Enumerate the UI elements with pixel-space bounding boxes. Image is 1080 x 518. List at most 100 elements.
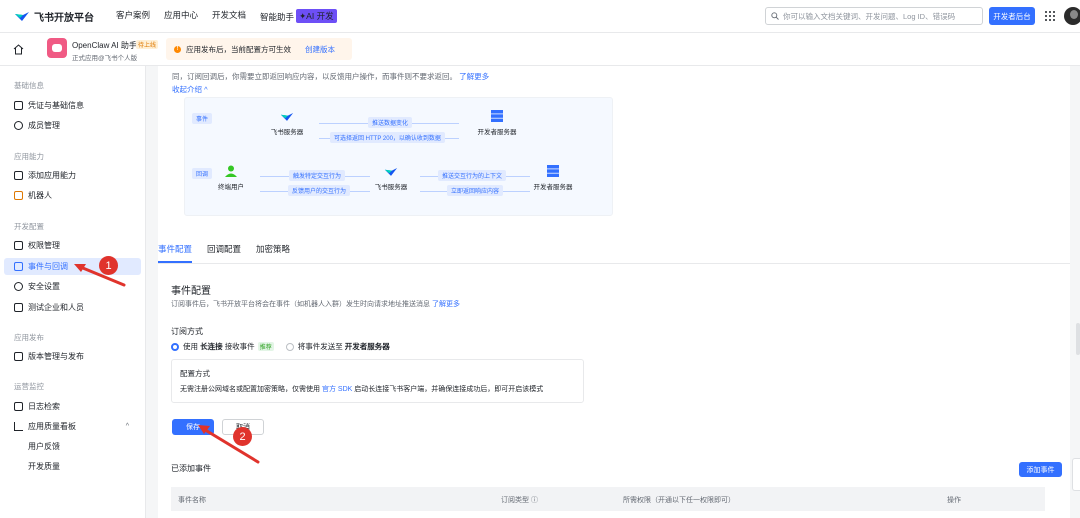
- sidebar-item-version[interactable]: 版本管理与发布: [4, 348, 141, 365]
- sidebar-item-label: 版本管理与发布: [28, 352, 84, 361]
- nav-customer-cases[interactable]: 客户案例: [116, 9, 150, 23]
- sidebar-item-label: 成员管理: [28, 121, 60, 130]
- col-subscribe-type: 订阅类型 ⓘ: [501, 497, 538, 504]
- sidebar-item-logs[interactable]: 日志检索: [4, 398, 141, 415]
- sidebar-item-credentials[interactable]: 凭证与基础信息: [4, 97, 141, 114]
- apps-grid-icon[interactable]: [1044, 10, 1056, 22]
- flow-diagram: 事件 飞书服务器 推送数据变化 可选择返回 HTTP 200，以确认收到数据 开…: [184, 97, 613, 216]
- event-config-desc-text: 订阅事件后，飞书开放平台将会在事件（如机器人入群）发生时向请求地址推送消息: [171, 301, 430, 308]
- tab-callback-config[interactable]: 回调配置: [207, 243, 241, 255]
- sidebar-item-test-enterprise[interactable]: 测试企业和人员: [4, 299, 141, 316]
- dev-server-node-2: 开发者服务器: [523, 165, 583, 191]
- sidebar-item-add-capability[interactable]: 添加应用能力: [4, 167, 141, 184]
- create-version-link[interactable]: 创建版本: [305, 44, 335, 55]
- ai-badge: ✦AI 开发: [296, 9, 337, 23]
- person-icon: [14, 121, 23, 130]
- opt1-pre: 使用: [183, 342, 198, 351]
- notice-text: 应用发布后，当前配置方可生效: [186, 44, 291, 54]
- intro-more-link[interactable]: 了解更多: [459, 72, 489, 81]
- sidebar-item-label: 应用质量看板: [28, 422, 76, 431]
- config-method-box: 配置方式 无需注册公网域名或配置加密策略，仅需使用 官方 SDK 启动长连接飞书…: [171, 359, 584, 403]
- nav-dev-docs[interactable]: 开发文档: [212, 9, 246, 23]
- sidebar-item-label: 权限管理: [28, 241, 60, 250]
- developer-console-button[interactable]: 开发者后台: [989, 7, 1035, 25]
- subscribe-method-label: 订阅方式: [171, 327, 203, 336]
- feishu-logo-icon: [384, 165, 398, 177]
- radio-dev-server[interactable]: [285, 342, 294, 351]
- intro-text: 同，订阅回调后，你需要立即返回响应内容，以反馈用户操作，而事件则不要求返回。 了…: [172, 71, 602, 83]
- add-event-button[interactable]: 添加事件: [1019, 462, 1062, 477]
- collapse-intro-link[interactable]: 收起介绍 ^: [172, 84, 208, 95]
- sidebar-item-label: 安全设置: [28, 282, 60, 291]
- user-avatar[interactable]: [1064, 7, 1080, 25]
- event-config-title: 事件配置: [171, 286, 211, 297]
- opt1-bold: 长连接: [200, 342, 223, 351]
- app-name: OpenClaw AI 助手: [72, 41, 137, 50]
- sidebar-item-label: 凭证与基础信息: [28, 101, 84, 110]
- home-icon[interactable]: [13, 44, 24, 55]
- top-nav: 客户案例 应用中心 开发文档 智能助手 ✦AI 开发: [116, 9, 365, 23]
- save-button[interactable]: 保存: [172, 419, 214, 435]
- config-tabs: 事件配置 回调配置 加密策略: [158, 228, 1070, 264]
- sidebar-group-monitor: 运营监控: [14, 382, 44, 391]
- feedback-label: 反馈用户的交互行为: [288, 185, 351, 196]
- feishu-logo-icon: [280, 110, 294, 122]
- push-context-label: 推送交互行为的上下文: [438, 170, 507, 181]
- return-response-label: 立即返回响应内容: [447, 185, 504, 196]
- col-event-name: 事件名称: [178, 497, 206, 504]
- scrollbar-thumb[interactable]: [1076, 323, 1080, 355]
- chevron-up-icon: ^: [125, 423, 129, 430]
- publish-notice: ! 应用发布后，当前配置方可生效 创建版本: [166, 38, 352, 60]
- sidebar-item-members[interactable]: 成员管理: [4, 117, 141, 134]
- feishu-server-node-2: 飞书服务器: [371, 165, 411, 191]
- search-input[interactable]: 你可以输入文档关键词、开发问题、Log ID、错误码: [765, 7, 983, 25]
- nav-ai-assistant[interactable]: 智能助手 ✦AI 开发: [260, 9, 351, 23]
- main-content: 同，订阅回调后，你需要立即返回响应内容，以反馈用户操作，而事件则不要求返回。 了…: [146, 66, 1080, 518]
- config-method-text-post: 启动长连接飞书客户端，并确保连接成功后，即可开启该模式: [354, 386, 544, 393]
- callback-tag: 回调: [192, 168, 213, 179]
- search-placeholder: 你可以输入文档关键词、开发问题、Log ID、错误码: [783, 11, 956, 21]
- end-user-label: 终端用户: [218, 184, 244, 191]
- sidebar-item-quality[interactable]: 应用质量看板 ^: [4, 418, 141, 435]
- official-sdk-link[interactable]: 官方 SDK: [322, 386, 352, 393]
- log-icon: [14, 402, 23, 411]
- app-header-bar: [0, 33, 1080, 66]
- annotation-marker-2: 2: [233, 427, 252, 446]
- sidebar-item-bot[interactable]: 机器人: [4, 187, 141, 204]
- sidebar-item-label: 开发质量: [28, 462, 60, 471]
- side-feedback-tab[interactable]: [1072, 458, 1080, 491]
- shield-icon: [14, 282, 23, 291]
- sidebar-item-label: 测试企业和人员: [28, 303, 84, 312]
- opt1-post: 接收事件: [224, 342, 255, 351]
- sidebar-item-events-callbacks[interactable]: 事件与回调: [4, 258, 141, 275]
- nav-app-center[interactable]: 应用中心: [164, 9, 198, 23]
- sidebar-item-label: 添加应用能力: [28, 171, 76, 180]
- opt2-pre: 将事件发送至: [297, 342, 343, 351]
- sidebar-item-user-feedback[interactable]: 用户反馈: [4, 438, 141, 455]
- feishu-server-label: 飞书服务器: [270, 129, 304, 136]
- intro-panel: 同，订阅回调后，你需要立即返回响应内容，以反馈用户操作，而事件则不要求返回。 了…: [158, 66, 1070, 228]
- intro-text-line: 同，订阅回调后，你需要立即返回响应内容，以反馈用户操作，而事件则不要求返回。: [172, 72, 457, 81]
- learn-more-link[interactable]: 了解更多: [432, 301, 460, 308]
- recommended-badge: 推荐: [257, 342, 274, 351]
- tab-encryption[interactable]: 加密策略: [256, 243, 290, 255]
- config-method-title: 配置方式: [180, 369, 210, 378]
- warning-icon: !: [174, 45, 181, 53]
- nav-ai-assistant-label: 智能助手: [260, 12, 295, 22]
- sidebar-item-dev-quality[interactable]: 开发质量: [4, 458, 141, 475]
- events-icon: [14, 262, 23, 271]
- app-icon: [47, 38, 67, 58]
- sidebar-item-label: 日志检索: [28, 402, 60, 411]
- bot-icon: [14, 191, 23, 200]
- test-icon: [14, 303, 23, 312]
- sidebar-item-security[interactable]: 安全设置: [4, 278, 141, 295]
- tab-event-config[interactable]: 事件配置: [158, 243, 192, 255]
- return-200-label: 可选择返回 HTTP 200，以确认收到数据: [330, 132, 445, 143]
- radio-long-connection[interactable]: [171, 342, 179, 351]
- dev-server-label: 开发者服务器: [477, 129, 517, 136]
- dev-server-node-1: 开发者服务器: [467, 110, 527, 136]
- sidebar-group-capability: 应用能力: [14, 152, 44, 161]
- end-user-node: 终端用户: [213, 165, 249, 191]
- sidebar-item-permissions[interactable]: 权限管理: [4, 237, 141, 254]
- feishu-logo[interactable]: 飞书开放平台: [14, 9, 94, 24]
